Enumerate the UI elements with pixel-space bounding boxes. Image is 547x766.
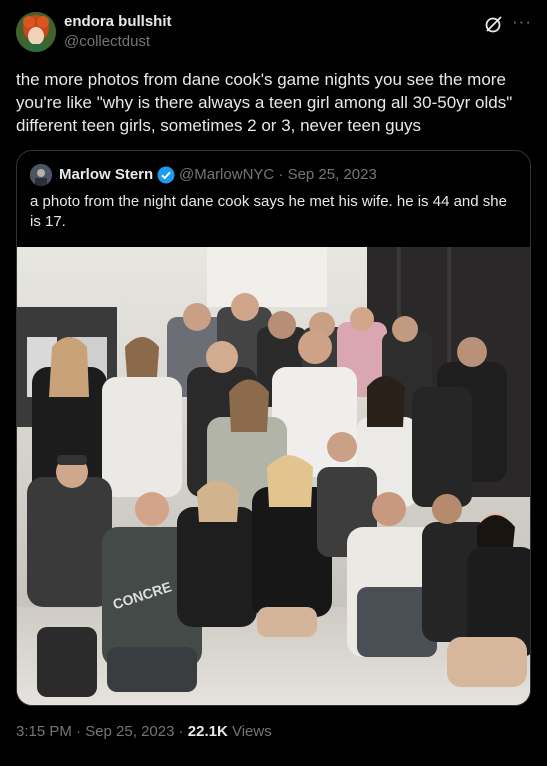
group-photo[interactable]: CONCRE [17, 247, 530, 705]
views-count: 22.1K [187, 723, 228, 740]
author-avatar[interactable] [16, 12, 56, 52]
grok-icon[interactable] [484, 14, 504, 34]
tweet-timestamp[interactable]: 3:15 PM · Sep 25, 2023 · [16, 723, 188, 740]
quoted-text: a photo from the night dane cook says he… [30, 193, 507, 230]
author-handle[interactable]: @collectdust [64, 33, 150, 50]
quoted-author-name[interactable]: Marlow Stern [59, 166, 153, 183]
tweet-footer: 3:15 PM · Sep 25, 2023 · 22.1K Views [16, 723, 272, 740]
author-name[interactable]: endora bullshit [64, 13, 172, 30]
views-label: Views [227, 723, 272, 740]
quoted-author-avatar[interactable] [30, 164, 52, 186]
more-icon[interactable]: ··· [512, 12, 532, 32]
quoted-tweet[interactable]: Marlow Stern @MarlowNYC · Sep 25, 2023 a… [16, 150, 531, 706]
quoted-handle-date[interactable]: @MarlowNYC · Sep 25, 2023 [179, 166, 377, 183]
tweet-text: the more photos from dane cook's game ni… [16, 70, 513, 135]
verified-icon [157, 166, 175, 184]
